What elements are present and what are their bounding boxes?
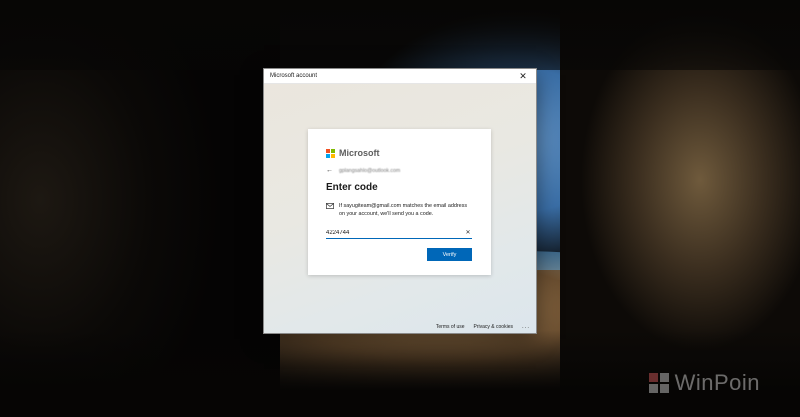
back-arrow-icon[interactable]: ← xyxy=(326,167,334,174)
code-notice: If sayugiteam@gmail.com matches the emai… xyxy=(326,202,473,218)
privacy-cookies-link[interactable]: Privacy & cookies xyxy=(474,324,513,330)
dialog-title: Microsoft account xyxy=(270,73,318,79)
sign-in-card: Microsoft ← gplangsahlo@outlook.com Ente… xyxy=(308,129,491,275)
notice-text: If sayugiteam@gmail.com matches the emai… xyxy=(339,203,468,217)
wallpaper-rock-top xyxy=(0,0,800,70)
identity-banner: ← gplangsahlo@outlook.com xyxy=(326,166,473,175)
watermark-text: WinPoin xyxy=(674,370,760,395)
code-input[interactable] xyxy=(326,229,446,236)
terms-of-use-link[interactable]: Terms of use xyxy=(436,324,465,330)
clear-input-icon[interactable]: ✕ xyxy=(464,229,472,236)
page-title: Enter code xyxy=(326,182,378,193)
card-actions: Verify xyxy=(326,248,472,261)
code-field: ✕ xyxy=(326,227,472,239)
winpoin-logo-icon xyxy=(648,373,669,393)
brand-name: Microsoft xyxy=(339,148,380,158)
winpoin-watermark: WinPoin xyxy=(648,370,760,396)
microsoft-logo-icon xyxy=(326,148,335,158)
microsoft-account-dialog: Microsoft account ✕ Microsoft ← gplangsa… xyxy=(264,69,536,333)
mail-icon xyxy=(326,203,334,209)
verify-button[interactable]: Verify xyxy=(427,248,472,261)
dialog-titlebar: Microsoft account ✕ xyxy=(264,69,536,84)
microsoft-brand: Microsoft xyxy=(326,147,473,159)
more-options-icon[interactable]: ... xyxy=(522,324,530,330)
close-button[interactable]: ✕ xyxy=(516,69,530,83)
identity-email: gplangsahlo@outlook.com xyxy=(339,167,401,174)
dialog-footer: Terms of use Privacy & cookies ... xyxy=(436,324,530,330)
